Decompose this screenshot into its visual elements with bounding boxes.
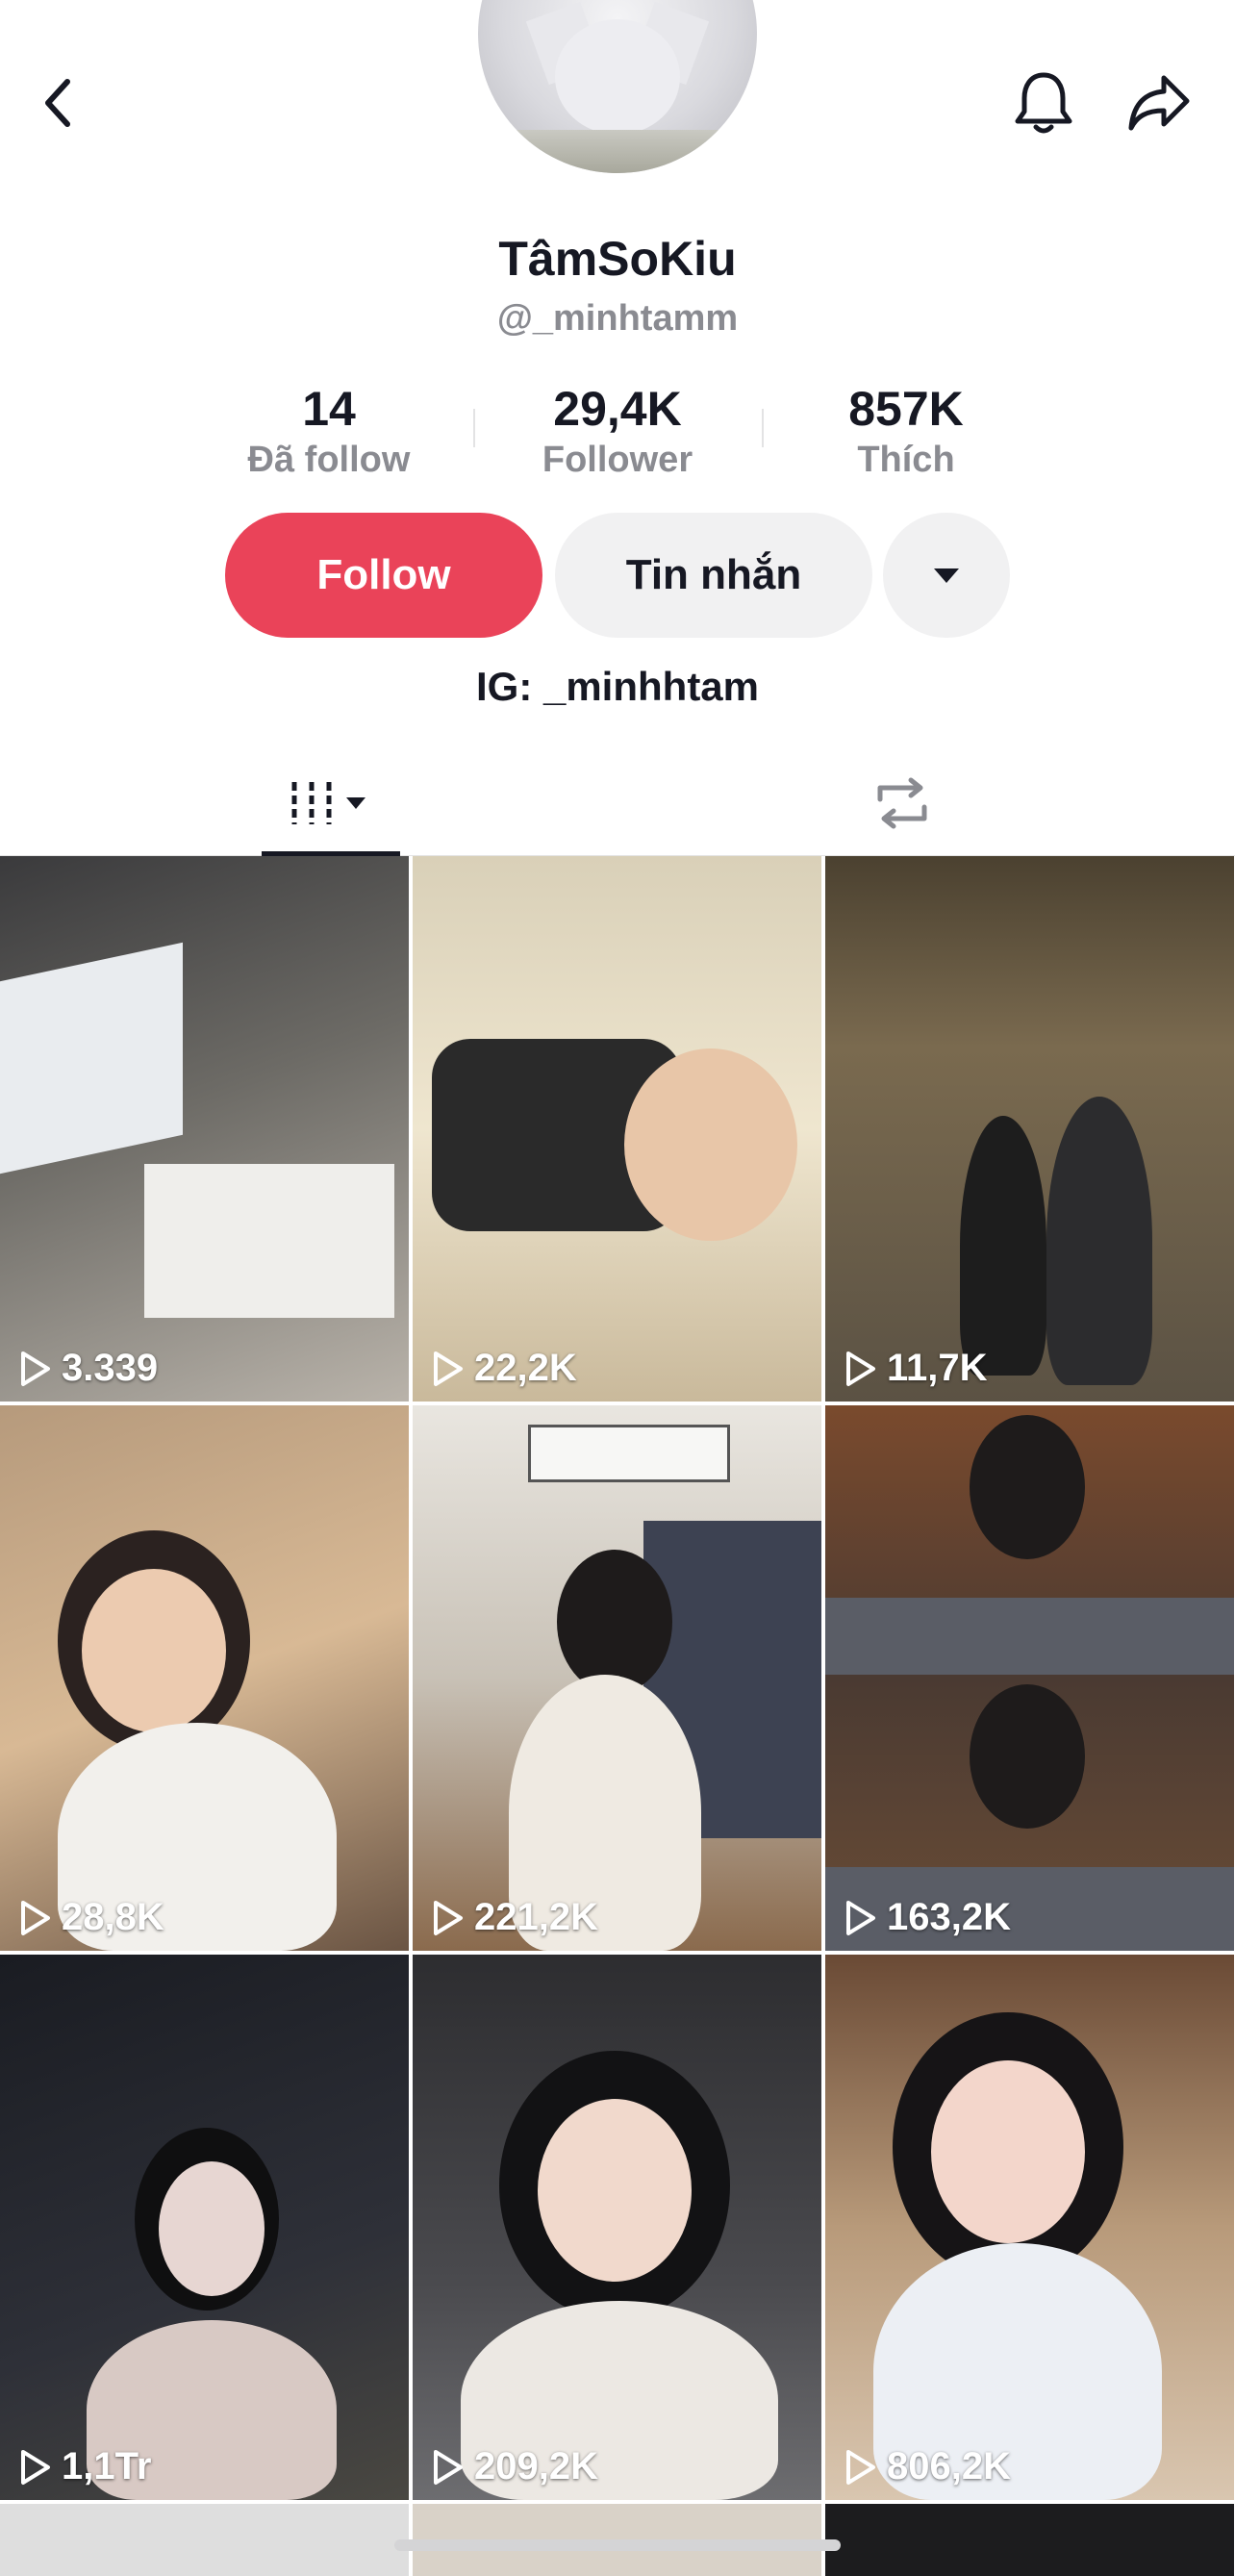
play-icon bbox=[21, 1351, 50, 1386]
video-thumbnail[interactable]: 209,2K bbox=[413, 1955, 821, 2500]
profile-stats: 14 Đã follow 29,4K Follower 857K Thích bbox=[0, 380, 1235, 486]
play-icon bbox=[434, 1351, 463, 1386]
content-tabs bbox=[0, 750, 1235, 856]
video-thumbnail[interactable]: 11,7K bbox=[825, 856, 1234, 1402]
likes-label: Thích bbox=[857, 440, 955, 480]
likes-count: 857K bbox=[848, 382, 964, 436]
view-count: 3.339 bbox=[17, 1347, 158, 1390]
view-count: 221,2K bbox=[430, 1896, 598, 1939]
notification-button[interactable] bbox=[1000, 60, 1087, 146]
caret-down-icon bbox=[934, 568, 959, 583]
share-arrow-icon bbox=[1128, 75, 1190, 131]
video-thumbnail[interactable]: 1,1Tr bbox=[0, 1955, 409, 2500]
following-label: Đã follow bbox=[247, 440, 411, 480]
video-thumbnail[interactable]: 806,2K bbox=[825, 1955, 1234, 2500]
bio-text: IG: _minhhtam bbox=[475, 664, 760, 709]
display-name: TâmSoKiu bbox=[498, 232, 737, 286]
back-button[interactable] bbox=[14, 60, 101, 146]
tab-videos[interactable] bbox=[262, 750, 400, 856]
video-thumbnail[interactable]: 22,2K bbox=[413, 856, 821, 1402]
view-count: 28,8K bbox=[17, 1896, 164, 1939]
view-count-text: 3.339 bbox=[62, 1347, 159, 1389]
videos-grid-icon bbox=[291, 782, 365, 824]
view-count-text: 28,8K bbox=[62, 1896, 164, 1938]
following-count: 14 bbox=[302, 382, 356, 436]
more-options-button[interactable] bbox=[883, 513, 1010, 638]
following-stat[interactable]: 14 Đã follow bbox=[185, 380, 473, 482]
video-thumbnail[interactable]: 221,2K bbox=[413, 1405, 821, 1951]
repost-icon bbox=[877, 777, 927, 829]
view-count: 806,2K bbox=[843, 2445, 1011, 2488]
play-icon bbox=[846, 1900, 875, 1935]
play-icon bbox=[846, 1351, 875, 1386]
view-count: 22,2K bbox=[430, 1347, 577, 1390]
play-icon bbox=[21, 2449, 50, 2485]
follow-button[interactable]: Follow bbox=[225, 513, 542, 638]
view-count-text: 11,7K bbox=[887, 1347, 988, 1389]
tab-reposts[interactable] bbox=[835, 750, 970, 856]
share-button[interactable] bbox=[1116, 60, 1202, 146]
followers-label: Follower bbox=[542, 440, 693, 480]
followers-count: 29,4K bbox=[553, 382, 682, 436]
view-count-text: 806,2K bbox=[887, 2445, 1011, 2488]
view-count: 209,2K bbox=[430, 2445, 598, 2488]
followers-stat[interactable]: 29,4K Follower bbox=[473, 380, 762, 482]
play-icon bbox=[846, 2449, 875, 2485]
play-icon bbox=[434, 1900, 463, 1935]
view-count-text: 1,1Tr bbox=[62, 2445, 152, 2488]
play-icon bbox=[434, 2449, 463, 2485]
message-button[interactable]: Tin nhắn bbox=[555, 513, 872, 638]
avatar[interactable] bbox=[478, 0, 757, 173]
username: @_minhtamm bbox=[496, 298, 739, 339]
view-count-text: 221,2K bbox=[474, 1896, 598, 1938]
video-thumbnail[interactable]: 28,8K bbox=[0, 1405, 409, 1951]
play-icon bbox=[21, 1900, 50, 1935]
chevron-left-icon bbox=[45, 79, 70, 127]
home-indicator[interactable] bbox=[394, 2539, 841, 2551]
view-count: 11,7K bbox=[843, 1347, 988, 1390]
video-thumbnail[interactable]: 3.339 bbox=[0, 856, 409, 1402]
view-count: 1,1Tr bbox=[17, 2445, 151, 2488]
view-count-text: 22,2K bbox=[474, 1347, 577, 1389]
video-thumbnail[interactable] bbox=[825, 2504, 1234, 2576]
bell-icon bbox=[1015, 72, 1072, 134]
view-count-text: 209,2K bbox=[474, 2445, 598, 2488]
view-count-text: 163,2K bbox=[887, 1896, 1011, 1938]
view-count: 163,2K bbox=[843, 1896, 1011, 1939]
likes-stat[interactable]: 857K Thích bbox=[762, 380, 1050, 482]
video-thumbnail[interactable]: 163,2K bbox=[825, 1405, 1234, 1951]
video-thumbnail[interactable] bbox=[0, 2504, 409, 2576]
